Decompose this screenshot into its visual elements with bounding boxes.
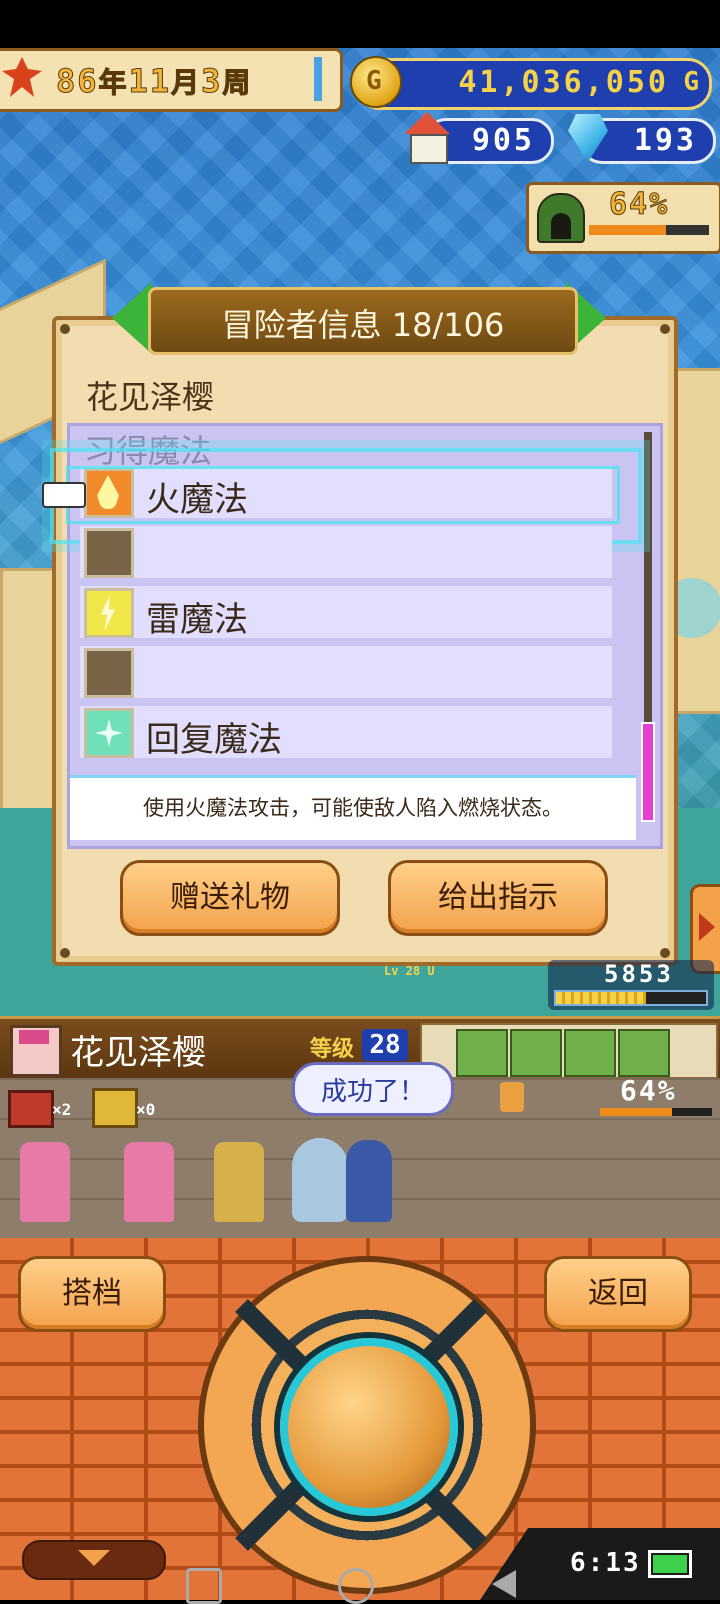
house-icon xyxy=(404,112,450,164)
helmet-icon[interactable] xyxy=(510,1029,562,1077)
battery-fill xyxy=(653,1555,687,1573)
speech-bubble: 成功了！ xyxy=(292,1062,454,1116)
empty-slot-icon xyxy=(84,528,134,578)
partner-button[interactable]: 搭档 xyxy=(18,1256,166,1332)
skill-name: 回复魔法 xyxy=(146,720,282,760)
amulet-icon[interactable] xyxy=(618,1029,670,1077)
dungeon-progress-box[interactable]: 64% xyxy=(526,182,720,254)
strip-character-name: 花见泽樱 xyxy=(70,1033,206,1073)
axe-icon[interactable] xyxy=(456,1029,508,1077)
main-action-button[interactable] xyxy=(280,1338,458,1516)
skill-row[interactable] xyxy=(80,526,612,578)
date-progress-bar xyxy=(314,57,322,101)
rank-bar-track xyxy=(589,225,709,235)
gold-coin-icon: G xyxy=(350,56,402,108)
skill-row[interactable]: 雷魔法 xyxy=(80,586,612,640)
skill-description: 使用火魔法攻击，可能使敌人陷入燃烧状态。 xyxy=(143,796,563,820)
give-instruction-button[interactable]: 给出指示 xyxy=(388,860,608,936)
dungeon-progress-track xyxy=(600,1108,712,1116)
date-month: 11 xyxy=(128,62,172,101)
pointer-hand-icon xyxy=(42,482,86,508)
date-year-unit: 年 xyxy=(98,66,129,100)
mage-sprite xyxy=(346,1140,392,1222)
shield-icon[interactable] xyxy=(564,1029,616,1077)
party-member-sprite xyxy=(214,1142,264,1222)
date-year: 86 xyxy=(56,62,99,101)
gold-amount: 41,036,050 xyxy=(458,65,669,100)
maple-leaf-icon xyxy=(2,57,42,97)
red-chest-count: ×2 xyxy=(52,1100,72,1119)
skill-row[interactable] xyxy=(80,646,612,698)
dialog-title-banner: 冒险者信息 18/106 xyxy=(148,287,578,355)
gold-bar: 41,036,050 G xyxy=(356,58,712,110)
nav-back-icon[interactable] xyxy=(492,1570,516,1598)
date-month-unit: 月 xyxy=(171,66,202,100)
nav-home-icon[interactable] xyxy=(338,1568,374,1604)
rivet-tl xyxy=(60,324,70,334)
enemy-hp-box: 5853 xyxy=(548,960,714,1010)
dialog-title: 冒险者信息 18/106 xyxy=(221,306,505,344)
rivet-br xyxy=(660,948,670,958)
gold-chest-count: ×0 xyxy=(136,1100,156,1119)
gold-coin-letter: G xyxy=(366,66,382,96)
lightning-icon xyxy=(84,588,134,638)
ghost-sprite xyxy=(292,1138,348,1222)
date-week: 3 xyxy=(201,62,223,101)
speech-text: 成功了！ xyxy=(320,1077,425,1107)
rivet-bl xyxy=(60,948,70,958)
unit-small-label: Lv 28 U xyxy=(384,964,435,978)
enemy-hp-number: 5853 xyxy=(604,960,674,988)
rivet-tr xyxy=(660,324,670,334)
party-member-sprite xyxy=(124,1142,174,1222)
skill-description-box: 使用火魔法攻击，可能使敌人陷入燃烧状态。 xyxy=(70,775,636,840)
red-chest-icon xyxy=(8,1090,54,1128)
skill-row[interactable]: 回复魔法 xyxy=(80,706,612,760)
crystals-count: 193 xyxy=(633,123,697,158)
gold-chest-icon xyxy=(92,1088,138,1128)
battery-icon xyxy=(648,1550,692,1578)
houses-count: 905 xyxy=(471,123,535,158)
collapse-tab[interactable] xyxy=(22,1540,166,1580)
equipment-slots xyxy=(420,1023,718,1079)
rank-percent: 64% xyxy=(608,187,670,223)
empty-slot-icon xyxy=(84,648,134,698)
rank-bar-fill xyxy=(589,225,666,235)
dungeon-progress-fill xyxy=(600,1108,672,1116)
party-dungeon-view: ×2 ×0 成功了！ 64% xyxy=(0,1062,720,1238)
wall-torch-icon xyxy=(500,1082,524,1112)
character-name: 花见泽樱 xyxy=(86,378,215,416)
date-bar: 86年11月3周 xyxy=(0,48,343,112)
dungeon-progress-percent: 64% xyxy=(620,1074,677,1107)
character-avatar xyxy=(10,1025,62,1077)
enemy-hp-bar xyxy=(554,990,708,1006)
give-gift-button[interactable]: 赠送礼物 xyxy=(120,860,340,936)
skill-name: 雷魔法 xyxy=(146,600,248,640)
sparkle-icon xyxy=(84,708,134,758)
scrollbar-track[interactable] xyxy=(641,432,655,822)
cave-icon xyxy=(537,193,585,243)
chevron-down-icon xyxy=(78,1550,110,1566)
nav-recents-icon[interactable] xyxy=(186,1568,222,1604)
prev-adventurer-arrow-icon[interactable] xyxy=(112,282,152,354)
clock-text: 6:13 xyxy=(570,1548,641,1578)
back-button[interactable]: 返回 xyxy=(544,1256,692,1332)
date-week-unit: 周 xyxy=(222,66,253,100)
level-value: 28 xyxy=(362,1029,408,1061)
side-arrow-icon xyxy=(699,913,715,941)
gold-unit: G xyxy=(683,67,699,97)
party-member-sprite xyxy=(20,1142,70,1222)
date-text: 86年11月3周 xyxy=(56,61,252,101)
level-label: 等级 xyxy=(310,1037,355,1062)
scrollbar-thumb[interactable] xyxy=(641,722,655,822)
